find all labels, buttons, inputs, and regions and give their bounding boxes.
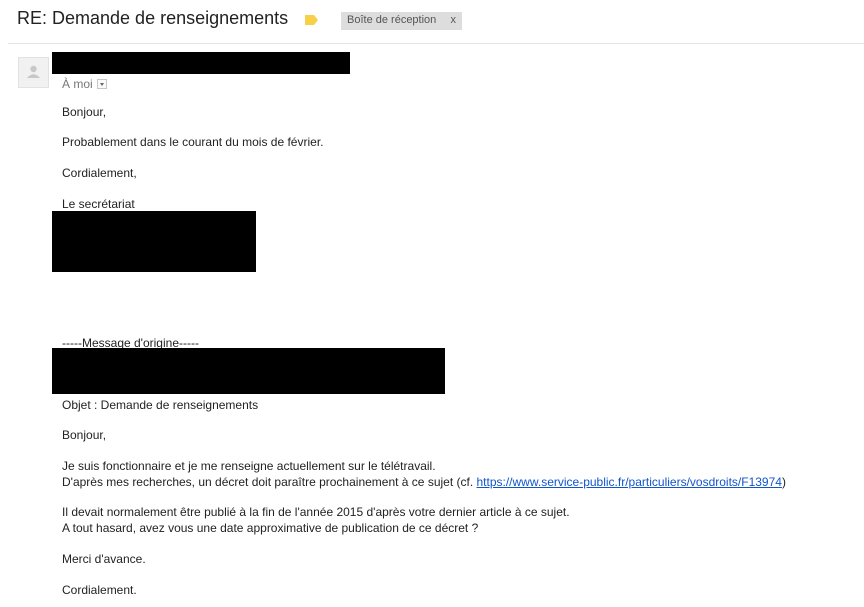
inbox-label-text: Boîte de réception [347,14,437,26]
reply-body: Probablement dans le courant du mois de … [62,135,324,149]
original-subject-line: Objet : Demande de renseignements [62,398,259,412]
person-icon [27,65,40,78]
original-paragraph-2-line-1: Il devait normalement être publié à la f… [62,505,570,519]
redacted-original-headers [52,348,445,394]
email-subject: RE: Demande de renseignements [17,8,289,28]
recipient-details-dropdown-icon[interactable] [96,78,107,89]
reply-greeting: Bonjour, [62,105,107,119]
recipient-line: À moi [62,77,107,91]
redacted-signature-block [52,211,256,272]
original-thanks: Merci d'avance. [62,552,146,566]
original-paragraph-1-line-2: D'après mes recherches, un décret doit p… [62,475,786,489]
reply-closing: Cordialement, [62,166,137,180]
redacted-sender [52,52,350,74]
original-paragraph-1-prefix: D'après mes recherches, un décret doit p… [62,475,477,489]
remove-label-button[interactable]: x [451,14,457,26]
inbox-label-chip[interactable]: Boîte de réception x [341,12,462,30]
reply-signature: Le secrétariat [62,197,135,211]
original-paragraph-1-suffix: ) [781,475,786,489]
original-greeting: Bonjour, [62,428,107,442]
original-paragraph-1-line-1: Je suis fonctionnaire et je me renseigne… [62,459,436,473]
label-tag-icon[interactable] [305,15,318,25]
sender-avatar [18,57,49,88]
service-public-link[interactable]: https://www.service-public.fr/particulie… [477,475,782,489]
original-paragraph-2-line-2: A tout hasard, avez vous une date approx… [62,521,479,535]
recipient-text: À moi [62,77,93,91]
original-closing: Cordialement. [62,583,137,597]
header-divider [8,43,864,44]
